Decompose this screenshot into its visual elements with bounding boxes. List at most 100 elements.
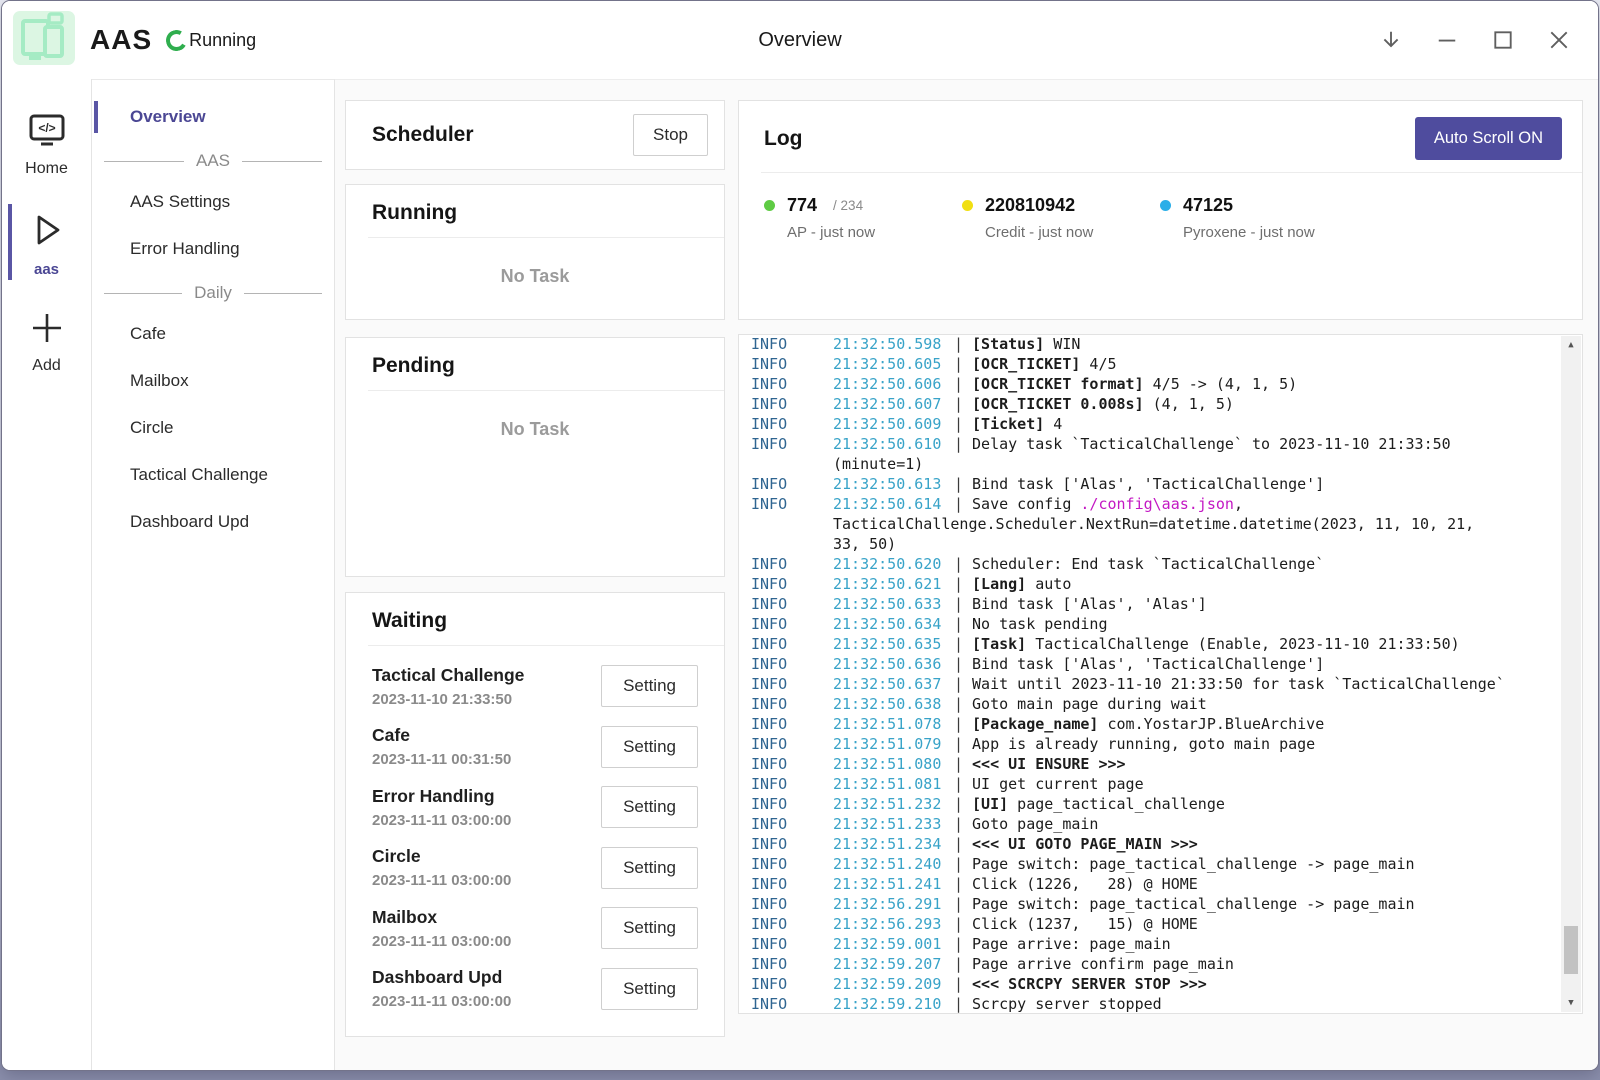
waiting-task-date: 2023-11-11 00:31:50 [372, 751, 511, 768]
setting-button[interactable]: Setting [601, 726, 698, 768]
waiting-card: Waiting Tactical Challenge2023-11-10 21:… [345, 592, 725, 1037]
waiting-task-info: Mailbox 2023-11-11 03:00:00 [372, 907, 511, 950]
waiting-task-name: Mailbox [372, 907, 511, 928]
rail-item-label: Add [32, 357, 60, 375]
running-card: Running No Task [345, 184, 725, 320]
log-output-panel: INFO21:32:50.598|[Status] WININFO21:32:5… [738, 334, 1583, 1014]
sidebar-item-error-handling[interactable]: Error Handling [92, 230, 334, 268]
log-separator: | [945, 634, 972, 654]
waiting-task-row: Dashboard Upd2023-11-11 03:00:00Setting [372, 959, 698, 1020]
log-message: Delay task `TacticalChallenge` to 2023-1… [972, 434, 1451, 454]
log-level: INFO [751, 574, 833, 594]
setting-button[interactable]: Setting [601, 665, 698, 707]
log-timestamp: 21:32:50.636 [833, 654, 945, 674]
log-timestamp: 21:32:51.081 [833, 774, 945, 794]
waiting-task-row: Error Handling 2023-11-11 03:00:00 Setting [372, 777, 698, 838]
log-separator: | [945, 614, 972, 634]
log-separator: | [945, 654, 972, 674]
pending-title: Pending [346, 354, 724, 378]
log-separator: | [945, 794, 972, 814]
setting-button[interactable]: Setting [601, 968, 698, 1010]
resource-stat: 774/ 234AP - just now [764, 195, 962, 241]
minimize-icon[interactable] [1436, 29, 1458, 51]
waiting-task-row: Tactical Challenge2023-11-10 21:33:50Set… [372, 656, 698, 717]
content-area: Scheduler Stop Running No Task Pending N… [335, 79, 1598, 1070]
sidebar-item-circle[interactable]: Circle [92, 409, 334, 447]
log-separator: | [945, 774, 972, 794]
setting-button[interactable]: Setting [601, 847, 698, 889]
sidebar-item-mailbox[interactable]: Mailbox [92, 362, 334, 400]
sidebar-item-cafe[interactable]: Cafe [92, 315, 334, 353]
log-scrollbar[interactable]: ▲ ▼ [1561, 336, 1581, 1012]
setting-button[interactable]: Setting [601, 786, 698, 828]
log-level: INFO [751, 674, 833, 694]
log-timestamp: 21:32:56.293 [833, 914, 945, 934]
log-separator: | [945, 894, 972, 914]
waiting-task-date: 2023-11-11 03:00:00 [372, 872, 511, 889]
log-timestamp: 21:32:51.234 [833, 834, 945, 854]
scrollbar-down-icon[interactable]: ▼ [1561, 994, 1581, 1012]
waiting-task-date: 2023-11-11 03:00:00 [372, 933, 511, 950]
app-logo-icon [12, 8, 76, 73]
sidebar-item-overview[interactable]: Overview [92, 98, 334, 136]
menu-section-label: AAS [196, 151, 230, 171]
running-empty-text: No Task [346, 266, 724, 287]
log-timestamp: 21:32:50.633 [833, 594, 945, 614]
log-timestamp: 21:32:50.614 [833, 494, 945, 514]
log-line: INFO21:32:50.620|Scheduler: End task `Ta… [751, 554, 1534, 574]
log-message: Bind task ['Alas', 'Alas'] [972, 594, 1207, 614]
log-message: [OCR_TICKET 0.008s] (4, 1, 5) [972, 394, 1234, 414]
rail-item-label: Home [25, 160, 68, 178]
close-icon[interactable] [1548, 29, 1570, 51]
stat-value: 774 [787, 195, 817, 216]
resource-stats: 774/ 234AP - just now220810942Credit - j… [739, 173, 1582, 241]
log-timestamp: 21:32:59.209 [833, 974, 945, 994]
maximize-icon[interactable] [1492, 29, 1514, 51]
log-separator: | [945, 994, 972, 1014]
log-separator: | [945, 914, 972, 934]
play-icon [26, 208, 68, 257]
log-message: Bind task ['Alas', 'TacticalChallenge'] [972, 654, 1324, 674]
rail-item-home[interactable]: </>Home [2, 101, 91, 190]
waiting-task-name: Error Handling [372, 786, 511, 807]
download-icon[interactable] [1380, 29, 1402, 51]
main-area: </>Homeaas Add Overview AAS AAS Settings Err… [2, 79, 1598, 1070]
sidebar-menu: OverviewAASAAS SettingsError HandlingDai… [92, 79, 335, 1070]
log-separator: | [945, 694, 972, 714]
rail-item-add[interactable]: Add [2, 298, 91, 387]
log-title: Log [764, 127, 802, 151]
log-separator: | [945, 874, 972, 894]
stop-button[interactable]: Stop [633, 114, 708, 156]
pending-card: Pending No Task [345, 337, 725, 577]
stat-dot-icon [1160, 200, 1171, 211]
scrollbar-up-icon[interactable]: ▲ [1561, 336, 1581, 354]
scrollbar-thumb[interactable] [1564, 926, 1578, 974]
log-line: INFO21:32:50.636|Bind task ['Alas', 'Tac… [751, 654, 1534, 674]
log-message: <<< SCRCPY SERVER STOP >>> [972, 974, 1207, 994]
log-message: [Ticket] 4 [972, 414, 1062, 434]
log-message: Page switch: page_tactical_challenge -> … [972, 854, 1415, 874]
sidebar-item-aas-settings[interactable]: AAS Settings [92, 183, 334, 221]
log-level: INFO [751, 334, 833, 354]
auto-scroll-button[interactable]: Auto Scroll ON [1415, 117, 1562, 160]
title-bar: AAS Running Overview [2, 1, 1598, 79]
log-timestamp: 21:32:59.207 [833, 954, 945, 974]
sidebar-item-tactical-challenge[interactable]: Tactical Challenge [92, 456, 334, 494]
log-separator: | [945, 414, 972, 434]
log-separator: | [945, 374, 972, 394]
log-message: Goto page_main [972, 814, 1098, 834]
log-message: Page arrive confirm page_main [972, 954, 1234, 974]
rail-item-aas[interactable]: aas [2, 198, 91, 290]
sidebar-item-dashboard-upd[interactable]: Dashboard Upd [92, 503, 334, 541]
log-level: INFO [751, 354, 833, 374]
waiting-task-date: 2023-11-11 03:00:00 [372, 812, 511, 829]
log-line: INFO21:32:50.598|[Status] WIN [751, 334, 1534, 354]
waiting-task-name: Cafe [372, 725, 511, 746]
log-line: INFO21:32:59.209|<<< SCRCPY SERVER STOP … [751, 974, 1534, 994]
log-separator: | [945, 754, 972, 774]
running-title: Running [346, 201, 724, 225]
setting-button[interactable]: Setting [601, 907, 698, 949]
waiting-task-name: Circle [372, 846, 511, 867]
log-message: Click (1237, 15) @ HOME [972, 914, 1198, 934]
log-timestamp: 21:32:50.610 [833, 434, 945, 454]
